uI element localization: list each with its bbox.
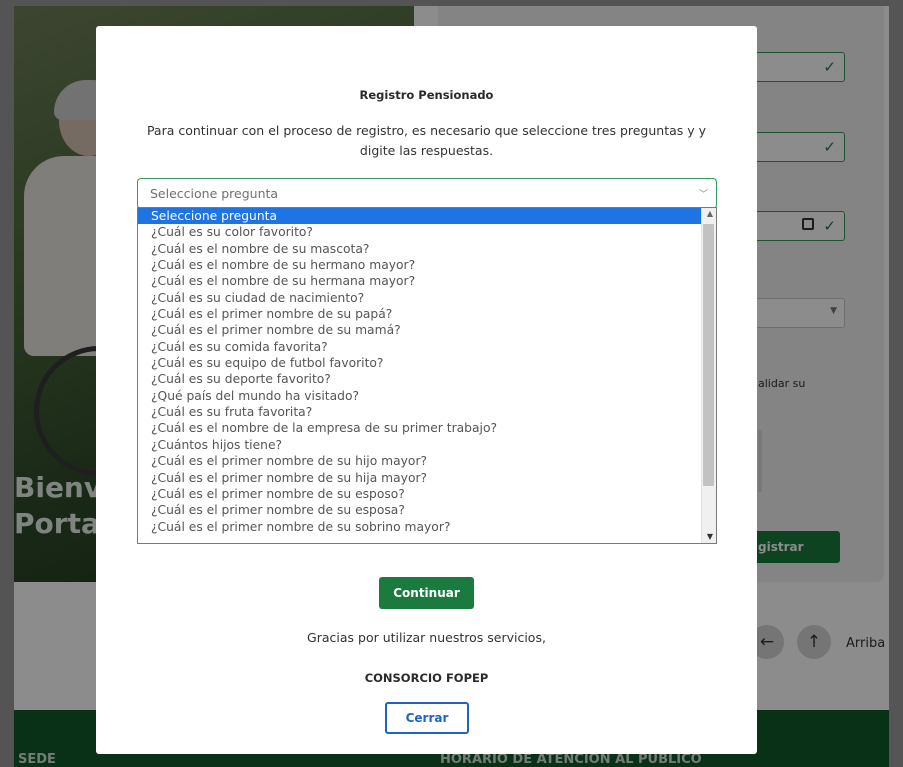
select-option[interactable]: ¿Cuál es el primer nombre de su papá?	[138, 306, 716, 322]
select-option[interactable]: ¿Cuántos hijos tiene?	[138, 437, 716, 453]
select-option[interactable]: ¿Cuál es el primer nombre de su esposa?	[138, 502, 716, 518]
thanks-text: Gracias por utilizar nuestros servicios,	[307, 630, 546, 645]
select-option[interactable]: ¿Cuál es el nombre de su hermana mayor?	[138, 273, 716, 289]
security-question-select[interactable]: Seleccione pregunta ﹀	[137, 178, 717, 209]
select-option[interactable]: ¿Cuál es el primer nombre de su sobrino …	[138, 519, 716, 535]
company-name: CONSORCIO FOPEP	[364, 671, 489, 685]
continue-button[interactable]: Continuar	[379, 577, 474, 609]
select-option[interactable]: ¿Cuál es su deporte favorito?	[138, 371, 716, 387]
modal-title: Registro Pensionado	[359, 88, 494, 102]
select-option[interactable]: ¿Cuál es el primer nombre de su mamá?	[138, 322, 716, 338]
select-option[interactable]: ¿Cuál es el primer nombre de su hija may…	[138, 470, 716, 486]
select-value: Seleccione pregunta	[150, 186, 279, 201]
select-option[interactable]: Seleccione pregunta	[138, 208, 716, 225]
select-option[interactable]: ¿Cuál es el nombre de su mascota?	[138, 241, 716, 257]
select-option[interactable]: ¿Cuál es el nombre de la empresa de su p…	[138, 420, 716, 436]
registration-modal: Registro Pensionado Para continuar con e…	[96, 26, 757, 754]
close-button[interactable]: Cerrar	[385, 702, 469, 734]
scroll-down-icon[interactable]: ▼	[707, 532, 713, 541]
security-question-listbox[interactable]: Seleccione pregunta ¿Cuál es su color fav…	[137, 207, 717, 544]
select-option[interactable]: ¿Cuál es su fruta favorita?	[138, 404, 716, 420]
option-list: Seleccione pregunta ¿Cuál es su color fav…	[138, 208, 716, 535]
listbox-scrollbar[interactable]: ▲ ▼	[701, 208, 716, 543]
chevron-down-icon: ﹀	[698, 190, 708, 200]
select-option[interactable]: ¿Cuál es su comida favorita?	[138, 339, 716, 355]
modal-description: Para continuar con el proceso de registr…	[146, 123, 707, 158]
select-option[interactable]: ¿Cuál es su color favorito?	[138, 224, 716, 240]
scroll-thumb[interactable]	[703, 224, 714, 486]
select-option[interactable]: ¿Cuál es su equipo de futbol favorito?	[138, 355, 716, 371]
select-option[interactable]: ¿Cuál es el primer nombre de su hijo may…	[138, 453, 716, 469]
select-option[interactable]: ¿Qué país del mundo ha visitado?	[138, 388, 716, 404]
scroll-up-icon[interactable]: ▲	[707, 209, 713, 218]
select-option[interactable]: ¿Cuál es su ciudad de nacimiento?	[138, 290, 716, 306]
select-option[interactable]: ¿Cuál es el nombre de su hermano mayor?	[138, 257, 716, 273]
select-option[interactable]: ¿Cuál es el primer nombre de su esposo?	[138, 486, 716, 502]
